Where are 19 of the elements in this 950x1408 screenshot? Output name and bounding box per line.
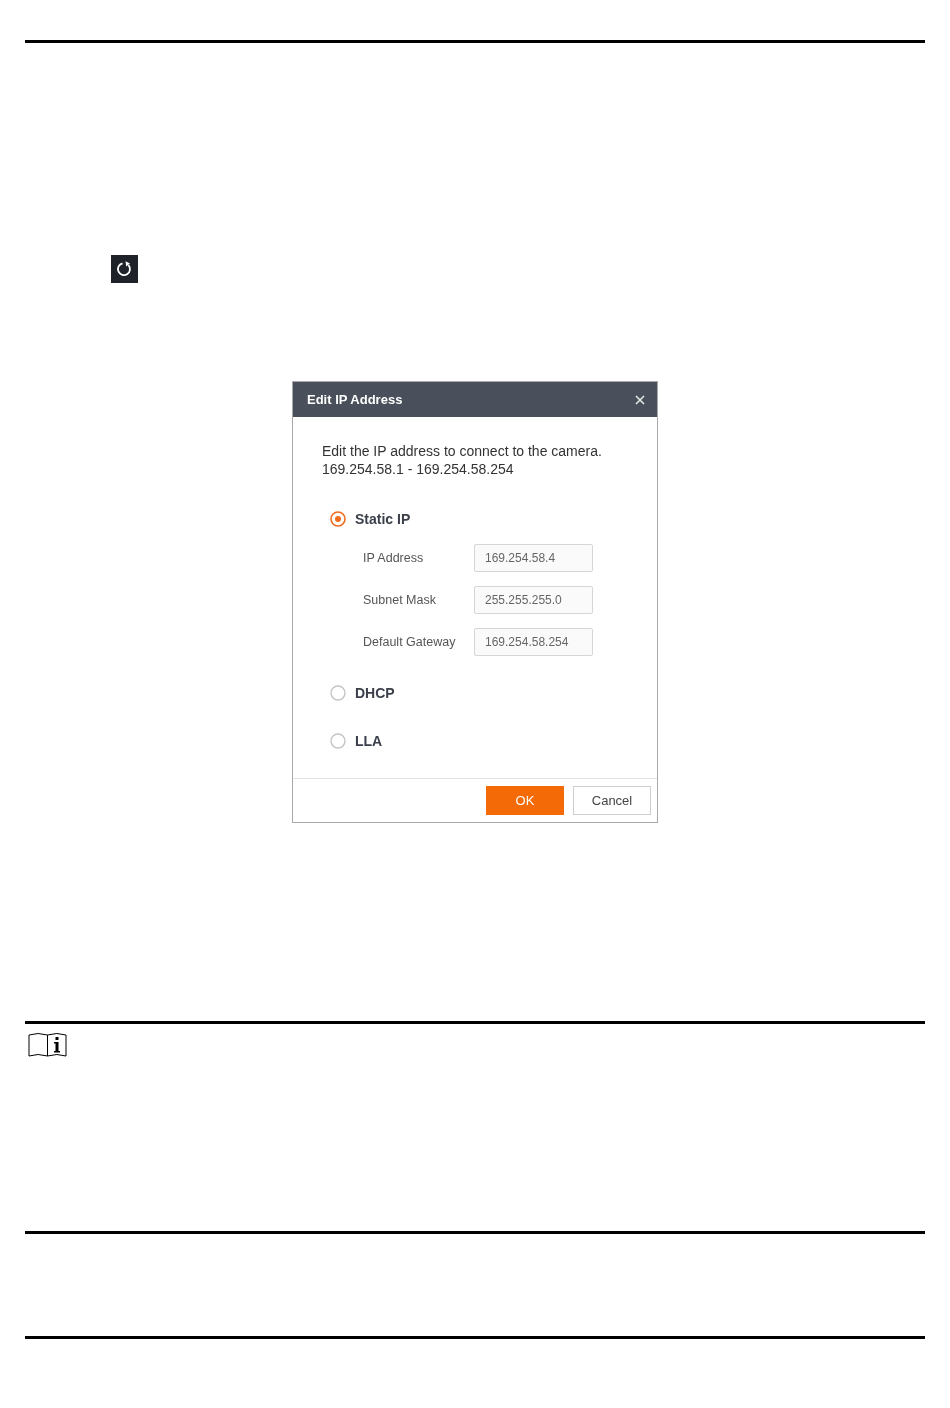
field-label: Default Gateway [363, 633, 457, 651]
option-label[interactable]: DHCP [355, 682, 395, 704]
radio-button[interactable] [330, 733, 346, 749]
radio-button[interactable] [330, 511, 346, 527]
ip-range-text: 169.254.58.1 - 169.254.58.254 [322, 460, 515, 478]
input-field[interactable]: 169.254.58.254 [474, 628, 593, 656]
refresh-icon[interactable] [111, 255, 138, 283]
description-text: Edit the IP address to connect to the camera. [322, 442, 603, 460]
input-field[interactable]: 255.255.255.0 [474, 586, 593, 614]
option-label[interactable]: LLA [355, 730, 383, 752]
option-label[interactable]: Static IP [355, 508, 411, 530]
radio-button[interactable] [330, 685, 346, 701]
field-label: IP Address [363, 549, 425, 567]
dialog-title: Edit IP Address [307, 390, 403, 409]
field-label: Subnet Mask [363, 591, 437, 609]
input-field[interactable]: 169.254.58.4 [474, 544, 593, 572]
cancel-button[interactable]: Cancel [573, 786, 651, 815]
note-book-icon [28, 1031, 67, 1058]
close-icon[interactable] [635, 394, 645, 405]
